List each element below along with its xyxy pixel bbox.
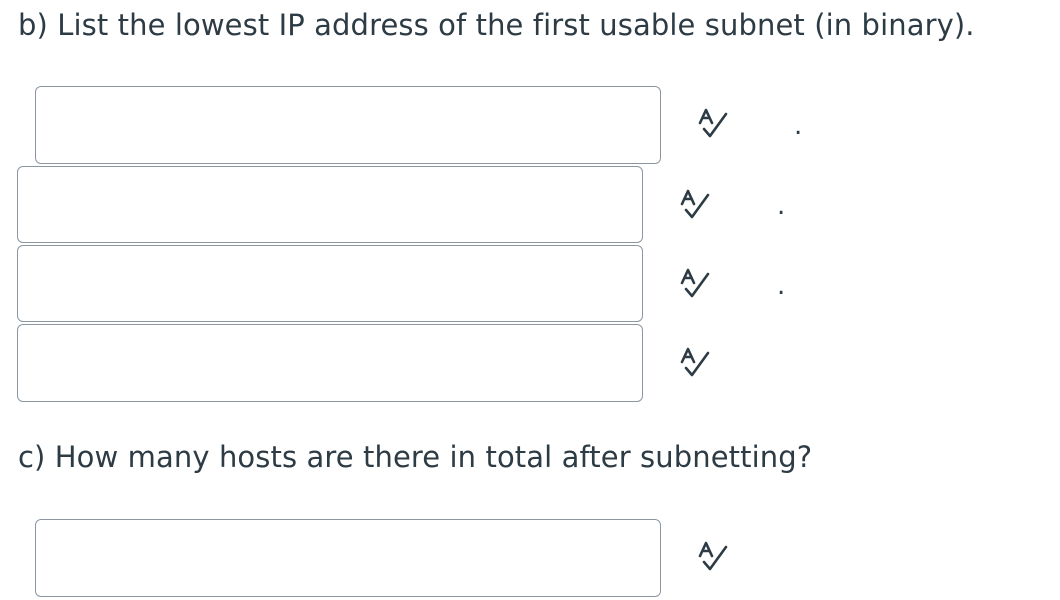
octet-separator: . — [794, 111, 803, 141]
spellcheck-icon[interactable] — [696, 106, 730, 140]
octet-separator: . — [777, 271, 786, 301]
question-c-text: c) How many hosts are there in total aft… — [18, 440, 813, 474]
octet-2-input[interactable] — [17, 166, 643, 243]
octet-4-input[interactable] — [17, 324, 643, 402]
octet-separator: . — [777, 191, 786, 221]
spellcheck-icon[interactable] — [678, 187, 712, 221]
spellcheck-icon[interactable] — [696, 539, 730, 573]
host-count-input[interactable] — [35, 519, 661, 597]
spellcheck-icon[interactable] — [678, 266, 712, 300]
octet-3-input[interactable] — [17, 245, 643, 322]
octet-1-input[interactable] — [35, 86, 661, 164]
spellcheck-icon[interactable] — [678, 345, 712, 379]
question-b-text: b) List the lowest IP address of the fir… — [18, 8, 975, 42]
